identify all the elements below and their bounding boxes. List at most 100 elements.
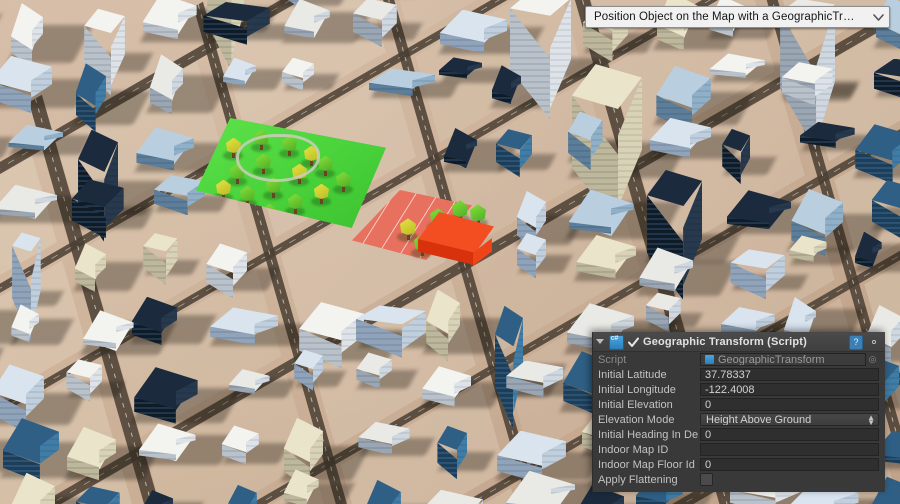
highlighted-geographic-object[interactable]: [418, 212, 494, 268]
unity-scene-screenshot: Position Object on the Map with a Geogra…: [0, 0, 900, 504]
tree-crown: [240, 186, 255, 201]
building: [782, 62, 833, 84]
building: [855, 232, 881, 267]
building: [222, 425, 259, 452]
building: [141, 490, 173, 504]
building: [284, 469, 319, 503]
building: [855, 124, 900, 160]
initial-latitude-input[interactable]: 37.78337: [700, 368, 879, 381]
building: [75, 243, 106, 279]
building: [572, 64, 642, 109]
inspector-row-apply-flattening[interactable]: Apply Flattening: [593, 472, 885, 487]
building: [12, 473, 55, 504]
tree-crown: [336, 172, 351, 187]
component-header[interactable]: Geographic Transform (Script) ?: [593, 333, 885, 352]
component-enabled-checkbox[interactable]: [628, 337, 639, 348]
initial-heading-input[interactable]: 0: [700, 428, 879, 441]
building: [568, 112, 602, 141]
scene-example-dropdown-label: Position Object on the Map with a Geogra…: [586, 11, 867, 23]
inspector-row-script[interactable]: Script GeographicTransform ◎: [593, 352, 885, 367]
building: [143, 0, 197, 34]
building: [495, 306, 523, 347]
object-picker-icon[interactable]: ◎: [866, 354, 879, 365]
building: [656, 66, 710, 108]
building: [439, 57, 482, 75]
initial-longitude-input[interactable]: -122.4008: [700, 383, 879, 396]
tree: [318, 154, 333, 176]
building: [506, 471, 575, 504]
inspector-panel[interactable]: Geographic Transform (Script) ? Script G…: [592, 332, 885, 492]
gear-icon[interactable]: [867, 335, 881, 349]
building: [440, 10, 507, 43]
tree: [314, 182, 329, 204]
triangle-down-icon[interactable]: [596, 338, 605, 347]
building: [11, 304, 39, 337]
building: [576, 235, 635, 274]
building: [139, 423, 195, 461]
tree: [336, 170, 351, 192]
building: [369, 68, 435, 88]
building: [76, 63, 107, 106]
row-label-script: Script: [598, 354, 700, 366]
script-object-field[interactable]: GeographicTransform: [700, 353, 866, 366]
building: [419, 490, 482, 504]
indoor-map-id-input[interactable]: [700, 443, 879, 456]
tree-crown: [318, 156, 333, 171]
indoor-map-floor-id-input[interactable]: 0: [700, 458, 879, 471]
building: [789, 235, 826, 256]
row-label-initial-latitude: Initial Latitude: [598, 369, 700, 381]
elevation-mode-dropdown[interactable]: Height Above Ground ▲ ▼: [700, 413, 879, 426]
building-roof: [84, 9, 125, 33]
row-label-apply-flattening: Apply Flattening: [598, 474, 700, 486]
inspector-row-initial-longitude[interactable]: Initial Longitude -122.4008: [593, 382, 885, 397]
building: [0, 185, 57, 219]
tree-crown: [288, 194, 303, 209]
building: [492, 65, 521, 102]
building: [422, 366, 471, 398]
tree-crown: [314, 184, 329, 199]
scene-example-dropdown[interactable]: Position Object on the Map with a Geogra…: [585, 6, 890, 28]
building: [76, 486, 120, 504]
building: [874, 59, 900, 79]
tree-crown: [216, 180, 231, 195]
initial-elevation-input[interactable]: 0: [700, 398, 879, 411]
apply-flattening-checkbox[interactable]: [700, 473, 713, 486]
inspector-row-initial-latitude[interactable]: Initial Latitude 37.78337: [593, 367, 885, 382]
csharp-script-icon: [609, 335, 624, 350]
inspector-row-initial-elevation[interactable]: Initial Elevation 0: [593, 397, 885, 412]
building: [722, 129, 750, 151]
updown-arrows-icon: ▲ ▼: [867, 415, 875, 425]
building: [356, 305, 426, 324]
inspector-row-initial-heading[interactable]: Initial Heading In De 0: [593, 427, 885, 442]
building: [0, 56, 52, 92]
help-icon-label: ?: [849, 335, 863, 350]
building: [284, 418, 324, 462]
building: [67, 427, 116, 470]
building-roof: [419, 490, 482, 504]
building: [569, 190, 634, 237]
building: [12, 232, 40, 251]
building: [437, 426, 467, 450]
component-title: Geographic Transform (Script): [643, 336, 845, 348]
building: [791, 189, 843, 235]
building: [639, 247, 692, 290]
building: [83, 310, 133, 351]
building-roof: [572, 64, 642, 109]
building: [647, 170, 702, 206]
building: [510, 0, 571, 16]
building: [710, 53, 765, 75]
inspector-row-indoor-map-id[interactable]: Indoor Map ID: [593, 442, 885, 457]
building: [3, 418, 59, 463]
building-roof: [647, 170, 702, 206]
building: [132, 297, 177, 333]
inspector-row-elevation-mode[interactable]: Elevation Mode Height Above Ground ▲ ▼: [593, 412, 885, 427]
building: [282, 58, 314, 79]
building: [727, 190, 791, 229]
building: [203, 2, 269, 21]
inspector-row-indoor-map-floor-id[interactable]: Indoor Map Floor Id 0: [593, 457, 885, 472]
building: [223, 58, 256, 85]
building: [800, 122, 855, 142]
help-icon[interactable]: ?: [849, 335, 863, 349]
building: [8, 125, 63, 150]
building: [730, 249, 784, 268]
